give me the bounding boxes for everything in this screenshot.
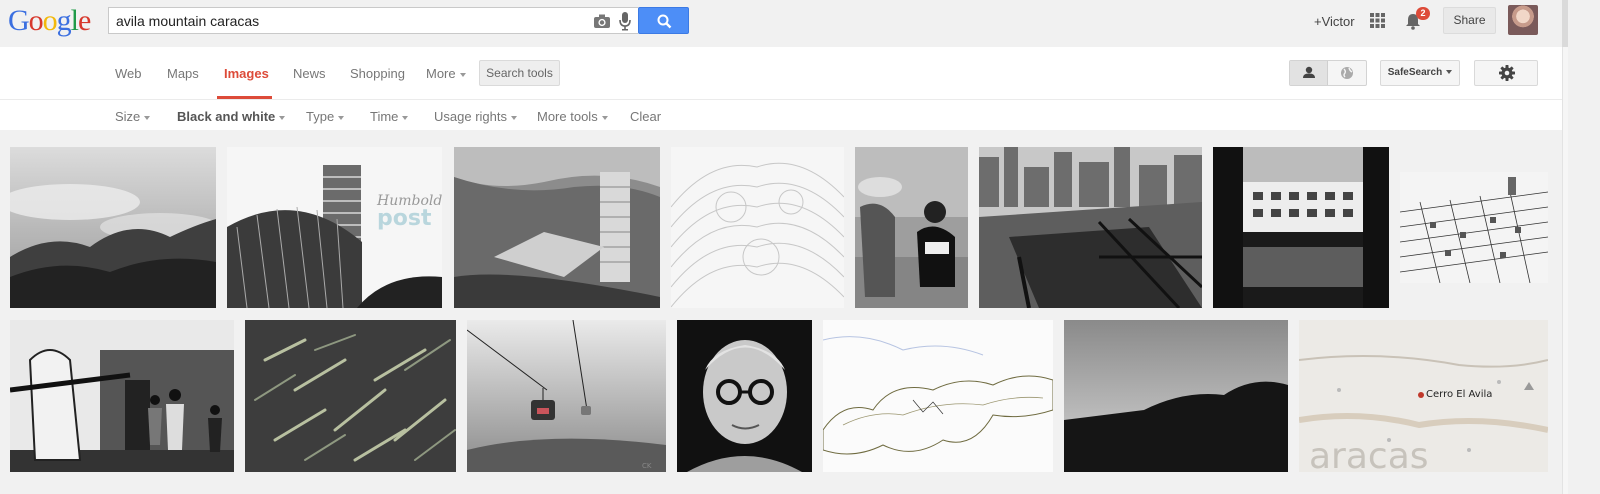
camera-icon[interactable] — [593, 13, 611, 29]
image-result-leaves-texture[interactable] — [245, 320, 456, 472]
filter-color-label: Black and white — [177, 109, 276, 124]
tab-shopping[interactable]: Shopping — [350, 66, 405, 81]
leaves-texture-photo — [245, 320, 456, 472]
image-result-city-sketch[interactable] — [1400, 172, 1548, 283]
filter-type-label: Type — [306, 109, 335, 124]
clear-filters-link[interactable]: Clear — [630, 109, 661, 124]
filter-more-tools-label: More tools — [537, 109, 598, 124]
tab-news[interactable]: News — [293, 66, 326, 81]
mountain-silhouette-photo — [1064, 320, 1288, 472]
person-icon — [1303, 66, 1315, 78]
notification-count-badge[interactable]: 2 — [1416, 7, 1430, 20]
image-result-humboldt-hotel-dome[interactable]: Humboldt post — [227, 147, 442, 308]
page-scrollbar-track[interactable] — [1562, 47, 1568, 494]
caret-down-icon — [279, 115, 286, 120]
map-label-cerro: Cerro El Avila — [1426, 389, 1492, 400]
filter-more-tools[interactable]: More tools — [537, 109, 608, 124]
image-result-contour-map[interactable] — [823, 320, 1053, 472]
image-result-street-scene[interactable] — [10, 320, 234, 472]
caret-down-icon — [338, 115, 345, 120]
cable-car-photo: CK — [467, 320, 666, 472]
avatar[interactable] — [1508, 5, 1538, 35]
image-result-city-terrace[interactable] — [979, 147, 1202, 308]
logo-letter: e — [78, 4, 91, 37]
search-tools-button[interactable]: Search tools — [479, 60, 560, 86]
google-logo[interactable]: Google — [8, 4, 91, 37]
image-result-hotel-aerial[interactable] — [454, 147, 660, 308]
filter-color[interactable]: Black and white — [177, 109, 286, 124]
logo-letter: o — [42, 4, 58, 37]
user-profile-link[interactable]: +Victor — [1314, 14, 1355, 29]
logo-letter: l — [70, 4, 79, 37]
logo-letter: g — [56, 4, 72, 37]
tab-more-label: More — [426, 66, 456, 81]
personal-results-button[interactable] — [1290, 61, 1328, 85]
caret-down-icon — [510, 115, 517, 120]
misty-mountain-photo — [10, 147, 216, 308]
image-result-misty-mountain[interactable] — [10, 147, 216, 308]
personal-results-toggle — [1289, 60, 1367, 86]
search-verticals-bar: Web Maps Images News Shopping More Searc… — [0, 47, 1568, 100]
image-result-line-drawing[interactable] — [671, 147, 844, 308]
logo-letter: G — [8, 4, 30, 37]
caret-down-icon — [1446, 70, 1453, 75]
humboldt-text-line2: post — [377, 206, 432, 231]
global-results-button[interactable] — [1328, 61, 1366, 85]
image-result-two-people[interactable] — [855, 147, 968, 308]
caret-down-icon — [144, 115, 151, 120]
logo-letter: o — [28, 4, 44, 37]
page-scrollbar-track-top[interactable] — [1562, 0, 1568, 47]
apps-grid-icon[interactable] — [1370, 13, 1385, 28]
image-result-cable-car[interactable]: CK — [467, 320, 666, 472]
filter-size-label: Size — [115, 109, 141, 124]
caret-down-icon — [459, 72, 466, 77]
city-terrace-photo — [979, 147, 1202, 308]
caret-down-icon — [402, 115, 409, 120]
top-bar: Google +Victor 2 Share — [0, 0, 1600, 47]
image-result-elderly-man-portrait[interactable] — [677, 320, 812, 472]
share-button[interactable]: Share — [1443, 7, 1496, 34]
safesearch-button[interactable]: SafeSearch — [1380, 60, 1460, 86]
map-label-caracas: aracas — [1309, 436, 1429, 472]
filter-time[interactable]: Time — [370, 109, 409, 124]
search-box — [108, 7, 638, 34]
settings-button[interactable] — [1474, 60, 1538, 86]
tab-images[interactable]: Images — [224, 66, 269, 81]
gear-icon — [1499, 65, 1515, 81]
two-people-photo — [855, 147, 968, 308]
elderly-man-portrait-photo — [677, 320, 812, 472]
filter-type[interactable]: Type — [306, 109, 345, 124]
filter-size[interactable]: Size — [115, 109, 151, 124]
active-tab-indicator — [217, 96, 272, 99]
image-result-caracas-map[interactable]: Cerro El Avila aracas — [1299, 320, 1548, 472]
globe-icon — [1341, 67, 1353, 79]
tab-more[interactable]: More — [426, 66, 466, 81]
image-result-hotel-reflection[interactable] — [1213, 147, 1389, 308]
photo-credit-text: CK — [642, 462, 652, 470]
hotel-reflection-photo — [1213, 147, 1389, 308]
safesearch-label: SafeSearch — [1387, 67, 1443, 78]
magnifier-icon — [657, 14, 672, 29]
microphone-icon[interactable] — [618, 11, 632, 31]
image-results-grid: Humboldt post CK Cerro El Avila aracas — [0, 130, 1568, 494]
line-drawing-illustration — [671, 147, 844, 308]
contour-map-illustration — [823, 320, 1053, 472]
humboldt-hotel-photo: Humboldt post — [227, 147, 442, 308]
search-input[interactable] — [116, 12, 576, 30]
filter-time-label: Time — [370, 109, 399, 124]
search-button[interactable] — [638, 7, 689, 34]
filter-usage-rights-label: Usage rights — [434, 109, 507, 124]
city-sketch-illustration — [1400, 172, 1548, 283]
image-result-mountain-silhouette[interactable] — [1064, 320, 1288, 472]
tab-web[interactable]: Web — [115, 66, 142, 81]
caret-down-icon — [601, 115, 608, 120]
caracas-map-illustration: Cerro El Avila aracas — [1299, 320, 1548, 472]
street-scene-photo — [10, 320, 234, 472]
filter-usage-rights[interactable]: Usage rights — [434, 109, 517, 124]
search-tools-filter-bar: Size Black and white Type Time Usage rig… — [0, 100, 1568, 130]
tab-maps[interactable]: Maps — [167, 66, 199, 81]
hotel-aerial-photo — [454, 147, 660, 308]
next-row-edge — [0, 482, 1568, 494]
